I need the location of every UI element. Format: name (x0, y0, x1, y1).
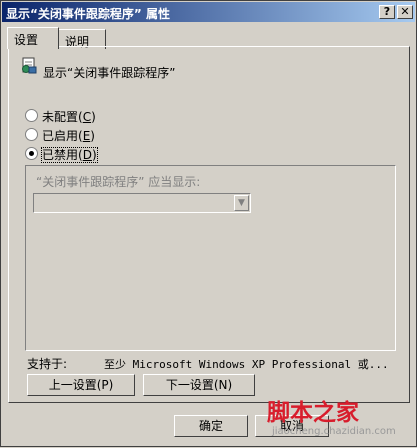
radio-enabled-label: 已启用 (42, 129, 79, 143)
watermark-logo: 脚本之家 (267, 399, 359, 426)
radio-enabled[interactable]: 已启用(E) (25, 127, 95, 143)
radio-disabled-circle[interactable] (25, 147, 38, 160)
watermark: 脚本之家 jiaocheng.chazidian.com (257, 393, 417, 448)
policy-name: 显示“关闭事件跟踪程序” (43, 66, 176, 80)
display-combo[interactable]: ▼ (33, 193, 251, 213)
group-label: “关闭事件跟踪程序” 应当显示: (36, 175, 201, 189)
radio-not-configured-hotkey: C (82, 110, 92, 124)
policy-setting-icon (22, 57, 37, 74)
radio-not-configured-label: 未配置 (42, 110, 79, 124)
radio-disabled-hotkey: D (82, 148, 92, 162)
radio-disabled[interactable]: 已禁用(D) (25, 146, 98, 163)
radio-not-configured[interactable]: 未配置(C) (25, 108, 96, 124)
help-icon: ? (383, 5, 391, 18)
supported-value: 至少 Microsoft Windows XP Professional 或..… (104, 358, 389, 371)
watermark-url: jiaocheng.chazidian.com (272, 426, 396, 437)
title-bar[interactable]: 显示“关闭事件跟踪程序” 属性 ? ✕ (2, 2, 415, 22)
radio-enabled-hotkey: E (82, 129, 91, 143)
supported-label: 支持于: (27, 357, 68, 371)
close-icon: ✕ (400, 5, 410, 18)
chevron-down-icon[interactable]: ▼ (234, 195, 249, 211)
help-button[interactable]: ? (379, 5, 395, 19)
window-title: 显示“关闭事件跟踪程序” 属性 (6, 7, 170, 21)
radio-disabled-focus: 已禁用(D) (41, 147, 98, 163)
radio-not-configured-circle[interactable] (25, 109, 38, 122)
close-button[interactable]: ✕ (397, 5, 413, 19)
radio-enabled-circle[interactable] (25, 128, 38, 141)
properties-dialog: 显示“关闭事件跟踪程序” 属性 ? ✕ 设置 说明 显示“关闭事件跟踪程序” 未… (0, 0, 417, 447)
tab-settings[interactable]: 设置 (7, 27, 59, 49)
radio-disabled-label: 已禁用 (42, 148, 79, 162)
ok-button[interactable]: 确定 (174, 415, 248, 437)
next-setting-button[interactable]: 下一设置(N) (143, 374, 255, 396)
tab-settings-label: 设置 (14, 33, 39, 47)
previous-setting-button[interactable]: 上一设置(P) (27, 374, 135, 396)
